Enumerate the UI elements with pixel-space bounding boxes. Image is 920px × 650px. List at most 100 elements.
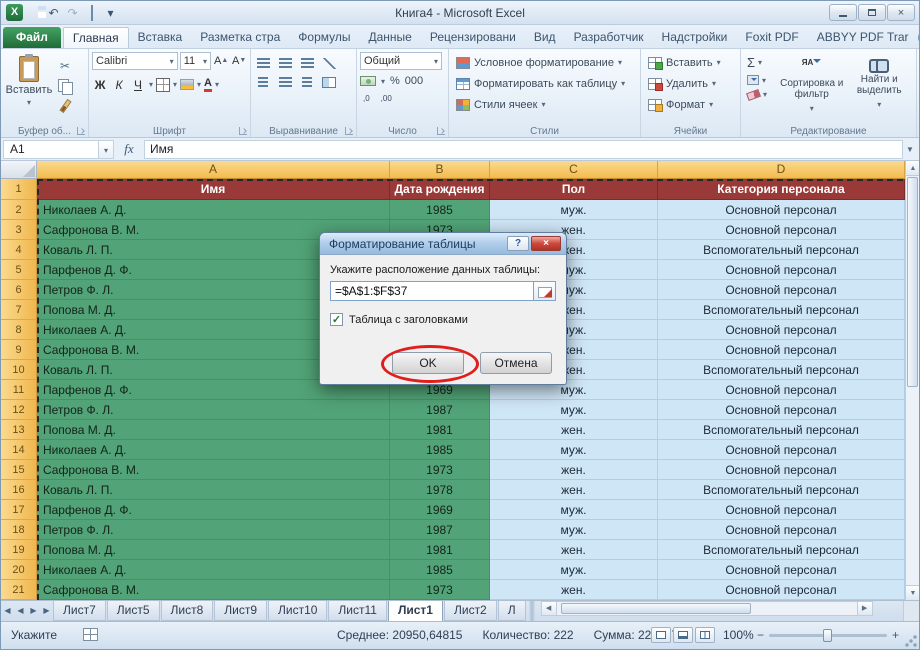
cell-gender[interactable]: жен. — [490, 540, 658, 560]
sort-filter-button[interactable]: ЯА Сортировка и фильтр ▾ — [778, 52, 846, 124]
scroll-right-icon[interactable]: ▶ — [857, 601, 873, 616]
italic-button[interactable]: К — [111, 76, 127, 93]
qat-customize-button[interactable]: ▾ — [103, 5, 118, 21]
tab-home[interactable]: Главная — [63, 27, 129, 48]
merge-center-button[interactable] — [320, 74, 338, 90]
cell-category[interactable]: Вспомогательный персонал — [658, 240, 905, 260]
sheet-tab-list10[interactable]: Лист10 — [268, 601, 327, 621]
align-top-button[interactable] — [254, 55, 272, 71]
tab-foxit-pdf[interactable]: Foxit PDF — [736, 27, 807, 48]
cell-category[interactable]: Основной персонал — [658, 580, 905, 600]
cell-gender[interactable]: жен. — [490, 420, 658, 440]
cell-year[interactable]: 1978 — [390, 480, 490, 500]
name-box[interactable]: A1 — [3, 140, 99, 159]
excel-logo-icon[interactable]: X — [6, 4, 23, 21]
cell-year[interactable]: 1981 — [390, 540, 490, 560]
zoom-track[interactable] — [769, 634, 887, 637]
dialog-launcher-icon[interactable] — [239, 127, 247, 135]
cell-name[interactable]: Сафронова В. М. — [37, 460, 390, 480]
conditional-formatting-button[interactable]: Условное форматирование ▾ — [452, 52, 637, 73]
column-header-c[interactable]: C — [490, 161, 658, 179]
font-size-select[interactable]: 11 ▾ — [180, 52, 211, 70]
column-header-a[interactable]: A — [37, 161, 390, 179]
row-number[interactable]: 8 — [1, 320, 37, 340]
sheet-tab-list7[interactable]: Лист7 — [53, 601, 106, 621]
formula-input[interactable]: Имя — [144, 140, 903, 159]
cell-category[interactable]: Основной персонал — [658, 440, 905, 460]
clear-button[interactable]: ▾ — [744, 89, 778, 100]
cell-category[interactable]: Вспомогательный персонал — [658, 420, 905, 440]
row-number[interactable]: 16 — [1, 480, 37, 500]
row-number[interactable]: 5 — [1, 260, 37, 280]
align-center-button[interactable] — [276, 74, 294, 90]
row-number[interactable]: 9 — [1, 340, 37, 360]
prev-sheet-button[interactable]: ◀ — [14, 601, 27, 621]
row-number[interactable]: 19 — [1, 540, 37, 560]
cancel-button[interactable]: Отмена — [480, 352, 552, 374]
increase-decimal-button[interactable]: ,0 — [360, 92, 373, 105]
horizontal-scroll-track[interactable] — [557, 601, 857, 616]
vertical-scroll-thumb[interactable] — [907, 177, 918, 387]
row-number[interactable]: 1 — [1, 179, 37, 200]
sheet-tab-partial[interactable]: Л — [498, 601, 526, 621]
shrink-font-button[interactable]: А▼ — [231, 52, 247, 70]
zoom-level[interactable]: 100% — [723, 628, 754, 642]
cell-year[interactable]: 1973 — [390, 580, 490, 600]
number-format-select[interactable]: Общий ▾ — [360, 52, 442, 70]
cell-name[interactable]: Попова М. Д. — [37, 420, 390, 440]
cell-gender[interactable]: муж. — [490, 400, 658, 420]
cell-category[interactable]: Основной персонал — [658, 380, 905, 400]
cell-name[interactable]: Попова М. Д. — [37, 540, 390, 560]
horizontal-scrollbar[interactable]: ◀ ▶ — [541, 601, 873, 616]
tab-review[interactable]: Рецензировани — [421, 27, 525, 48]
borders-button[interactable] — [156, 78, 170, 92]
first-sheet-button[interactable]: ◀ — [1, 601, 14, 621]
cell-gender[interactable]: муж. — [490, 500, 658, 520]
cell-name[interactable]: Николаев А. Д. — [37, 440, 390, 460]
cell-category[interactable]: Основной персонал — [658, 500, 905, 520]
page-break-view-button[interactable] — [695, 627, 715, 643]
cell-category[interactable]: Вспомогательный персонал — [658, 300, 905, 320]
cell-gender[interactable]: муж. — [490, 560, 658, 580]
autosum-button[interactable]: Σ▾ — [744, 54, 778, 71]
cell-year[interactable]: 1985 — [390, 440, 490, 460]
row-number[interactable]: 7 — [1, 300, 37, 320]
cell-gender[interactable]: муж. — [490, 200, 658, 220]
copy-button[interactable] — [54, 78, 76, 94]
last-sheet-button[interactable]: ▶ — [40, 601, 53, 621]
range-picker-icon[interactable] — [534, 281, 556, 301]
row-number[interactable]: 11 — [1, 380, 37, 400]
cell-year[interactable]: 1987 — [390, 520, 490, 540]
cell-category[interactable]: Основной персонал — [658, 560, 905, 580]
tab-page-layout[interactable]: Разметка стра — [191, 27, 289, 48]
headers-checkbox[interactable]: ✓ — [330, 313, 343, 326]
ok-button[interactable]: OK — [392, 352, 464, 374]
cell-styles-button[interactable]: Стили ячеек ▾ — [452, 94, 637, 115]
grow-font-button[interactable]: А▲ — [213, 52, 229, 70]
dialog-close-button[interactable]: × — [531, 236, 561, 251]
row-number[interactable]: 20 — [1, 560, 37, 580]
zoom-in-icon[interactable]: + — [892, 630, 899, 640]
normal-view-button[interactable] — [651, 627, 671, 643]
row-number[interactable]: 6 — [1, 280, 37, 300]
row-number[interactable]: 12 — [1, 400, 37, 420]
cell-year[interactable]: 1969 — [390, 500, 490, 520]
cell-year[interactable]: 1981 — [390, 420, 490, 440]
paste-button[interactable]: Вставить ▾ — [4, 52, 54, 124]
cell-category[interactable]: Основной персонал — [658, 320, 905, 340]
row-number[interactable]: 14 — [1, 440, 37, 460]
cell-category[interactable]: Основной персонал — [658, 200, 905, 220]
sheet-tab-list11[interactable]: Лист11 — [328, 601, 387, 621]
column-header-b[interactable]: B — [390, 161, 490, 179]
cell-category[interactable]: Основной персонал — [658, 520, 905, 540]
row-number[interactable]: 17 — [1, 500, 37, 520]
sheet-tab-list5[interactable]: Лист5 — [107, 601, 160, 621]
format-as-table-button[interactable]: Форматировать как таблицу ▾ — [452, 73, 637, 94]
sheet-tab-list8[interactable]: Лист8 — [161, 601, 214, 621]
cell-category[interactable]: Основной персонал — [658, 400, 905, 420]
cell-name[interactable]: Петров Ф. Л. — [37, 520, 390, 540]
tab-addins[interactable]: Надстройки — [653, 27, 737, 48]
underline-button[interactable]: Ч — [130, 76, 146, 93]
align-bottom-button[interactable] — [298, 55, 316, 71]
percent-button[interactable]: % — [390, 75, 400, 87]
